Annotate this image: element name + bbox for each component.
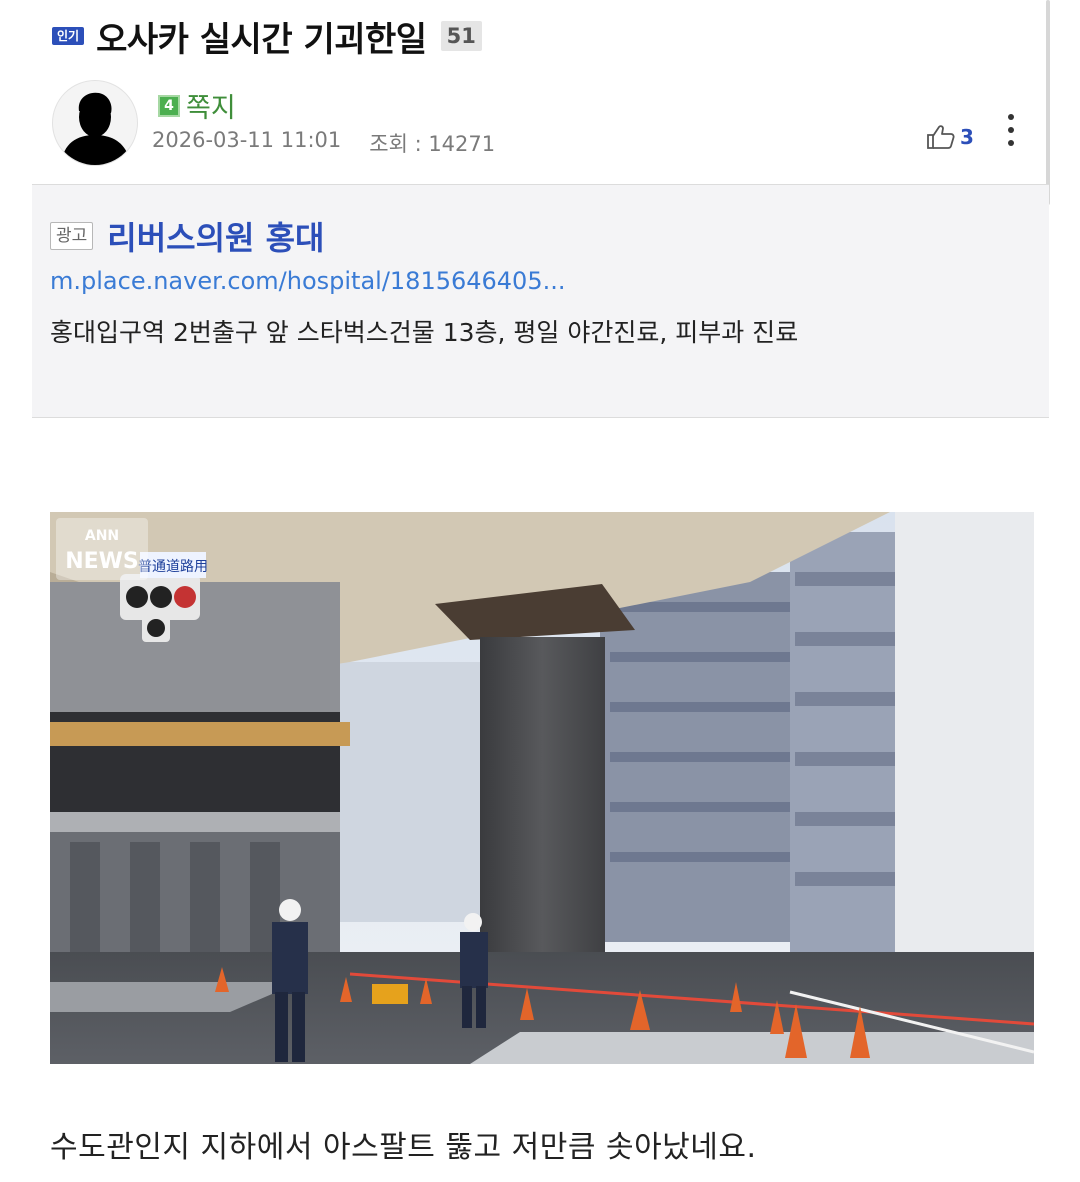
post-photo[interactable]: 普通道路用 ANN NEWS <box>50 512 1034 1064</box>
post-title-row: 인기 오사카 실시간 기괴한일 51 <box>52 14 482 60</box>
sign-text: 普通道路用 <box>138 559 208 575</box>
author-name[interactable]: 쪽지 <box>186 86 236 125</box>
post-views: 조회 : 14271 <box>369 132 496 156</box>
ad-label: 광고 <box>50 222 94 250</box>
post-meta: 2026-03-11 11:01 조회 : 14271 <box>152 128 495 158</box>
photo-illustration: 普通道路用 ANN NEWS <box>50 512 1034 1064</box>
avatar-silhouette-icon <box>61 92 131 165</box>
news-logo-bottom: NEWS <box>65 549 139 574</box>
news-logo-top: ANN <box>85 528 119 544</box>
post-title: 오사카 실시간 기괴한일 <box>96 19 427 60</box>
ad-banner[interactable]: 광고 리버스의원 홍대 m.place.naver.com/hospital/1… <box>32 184 1049 418</box>
popular-badge: 인기 <box>52 27 85 45</box>
thumbs-up-icon <box>927 125 955 149</box>
comment-count-badge[interactable]: 51 <box>440 21 482 51</box>
author-info: 4 쪽지 <box>158 86 236 125</box>
more-vertical-icon[interactable] <box>1004 114 1018 154</box>
ad-description: 홍대입구역 2번출구 앞 스타벅스건물 13층, 평일 야간진료, 피부과 진료 <box>50 318 799 347</box>
post-body-text: 수도관인지 지하에서 아스팔트 뚫고 저만큼 솟아났네요. <box>50 1130 757 1165</box>
like-count: 3 <box>960 125 974 149</box>
avatar[interactable] <box>52 80 138 166</box>
level-badge: 4 <box>158 94 180 117</box>
ad-url[interactable]: m.place.naver.com/hospital/1815646405... <box>50 267 565 295</box>
like-button[interactable]: 3 <box>926 124 974 150</box>
post-date: 2026-03-11 11:01 <box>152 128 342 152</box>
page-scrollbar[interactable] <box>1046 0 1050 205</box>
ad-title[interactable]: 리버스의원 홍대 <box>107 213 324 259</box>
